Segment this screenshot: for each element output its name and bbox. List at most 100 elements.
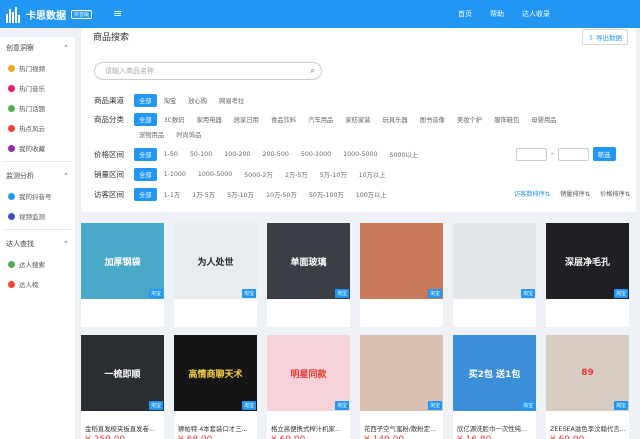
product-card[interactable]: 明星同款淘宝格立高便携式榨汁机家... ¥ 69.00	[267, 335, 350, 439]
sidebar-item[interactable]: 达人搜索	[0, 254, 75, 274]
filter-option[interactable]: 50-100	[185, 149, 217, 160]
sidebar-item[interactable]: 达人榜	[0, 274, 75, 294]
sidebar-item[interactable]: 热门视频	[0, 58, 75, 78]
search-input[interactable]: 请输入商品名称 ⌕	[94, 62, 322, 80]
filter-option[interactable]: 50万-100万	[304, 188, 349, 201]
menu-toggle-icon[interactable]: ≡	[113, 7, 122, 20]
product-card[interactable]: 单面玻璃 淘宝	[267, 223, 350, 327]
filter-option[interactable]: 1-1000	[159, 169, 191, 180]
price-max-input[interactable]	[557, 147, 589, 161]
product-card[interactable]: 淘宝	[360, 223, 443, 327]
product-card[interactable]: 加厚钢袋 淘宝	[81, 223, 164, 327]
filter-option[interactable]: 家纺家装	[340, 113, 375, 126]
filter-option[interactable]: 时尚饰品	[171, 128, 206, 141]
filter-label: 商品分类	[94, 115, 124, 124]
product-image[interactable]	[453, 223, 536, 299]
product-card[interactable]: 高情商聊天术淘宝狮帕特 4本套装口才三... ¥ 68.00	[174, 335, 257, 439]
filter-option[interactable]: 服饰鞋包	[489, 113, 524, 126]
filter-option[interactable]: 淘宝	[159, 94, 182, 107]
product-card[interactable]: 为人处世 淘宝	[174, 223, 257, 327]
filter-option[interactable]: 10万-50万	[261, 188, 302, 201]
filter-option[interactable]: 全部	[134, 148, 157, 161]
product-card[interactable]: 淘宝	[453, 223, 536, 327]
product-image[interactable]: 一梳即顺	[81, 335, 164, 411]
product-card[interactable]: 一梳即顺淘宝金稻直发梳夹板直发卷... ¥ 259.00	[81, 335, 164, 439]
filter-option[interactable]: 10万以上	[354, 168, 391, 181]
filter-option[interactable]: 宠物用品	[134, 128, 169, 141]
filter-option[interactable]: 母婴用品	[526, 113, 561, 126]
filter-option[interactable]: 200-500	[258, 149, 294, 160]
chevron-up-icon: ⌃	[63, 239, 69, 248]
product-image[interactable]: 为人处世	[174, 223, 257, 299]
filter-option[interactable]: 放心购	[183, 94, 212, 107]
filter-option[interactable]: 100-200	[219, 149, 255, 160]
sidebar-item[interactable]: 我的抖音号	[0, 186, 75, 206]
product-card[interactable]: 深层净毛孔 淘宝	[546, 223, 629, 327]
product-card[interactable]: 买2包 送1包淘宝欣亿源洗脸巾一次性纯... ¥ 16.80	[453, 335, 536, 439]
sort-visitors[interactable]: 访客数排序⇅	[514, 189, 550, 198]
filter-option[interactable]: 家用电器	[192, 113, 227, 126]
product-image[interactable]: 明星同款	[267, 335, 350, 411]
filter-option[interactable]: 1万-5万	[187, 188, 220, 201]
product-name[interactable]: 欣亿源洗脸巾一次性纯...	[457, 424, 535, 433]
filter-option[interactable]: 3C数码	[159, 113, 190, 126]
product-name[interactable]: 格立高便携式榨汁机家...	[271, 424, 349, 433]
sort-price[interactable]: 价格排序⇅	[600, 189, 630, 198]
sidebar-group[interactable]: 监测分析 ⌃	[0, 165, 75, 186]
filter-option[interactable]: 美妆个护	[452, 113, 487, 126]
filter-option[interactable]: 1-50	[159, 149, 183, 160]
filter-option[interactable]: 100万以上	[351, 188, 392, 201]
filter-option[interactable]: 1-1万	[159, 188, 186, 201]
product-image[interactable]	[360, 335, 443, 411]
product-name[interactable]: 狮帕特 4本套装口才三...	[178, 424, 256, 433]
filter-option[interactable]: 5万-10万	[315, 168, 352, 181]
filter-option[interactable]: 食品饮料	[266, 113, 301, 126]
product-image[interactable]: 买2包 送1包	[453, 335, 536, 411]
nav-collect[interactable]: 达人收录	[522, 9, 550, 19]
product-card[interactable]: 89 淘宝 ZEESEA滋色李汶翰代言... ¥ 69.90	[546, 335, 629, 439]
product-image[interactable]: 加厚钢袋	[81, 223, 164, 299]
filter-option[interactable]: 图书音像	[415, 113, 450, 126]
product-name[interactable]: ZEESEA滋色李汶翰代言...	[550, 424, 628, 433]
filter-option[interactable]: 玩具乐器	[378, 113, 413, 126]
export-button[interactable]: ⇩ 导出数据	[582, 29, 628, 45]
filter-option[interactable]: 全部	[134, 94, 157, 107]
sort-sales[interactable]: 销量排序⇅	[560, 189, 590, 198]
filter-option[interactable]: 居家日用	[229, 113, 264, 126]
filter-option[interactable]: 2万-5万	[280, 168, 313, 181]
filter-option[interactable]: 5000以上	[384, 148, 423, 161]
sidebar-item[interactable]: 我的收藏	[0, 138, 75, 158]
search-icon[interactable]: ⌕	[311, 66, 315, 76]
nav-help[interactable]: 帮助	[490, 9, 504, 19]
filter-button[interactable]: 筛选	[592, 147, 616, 161]
sidebar-item[interactable]: 热门话题	[0, 98, 75, 118]
sidebar-group[interactable]: 创意洞察 ⌃	[0, 37, 75, 58]
sidebar-item[interactable]: 热门音乐	[0, 78, 75, 98]
sidebar-item[interactable]: 热点风云	[0, 118, 75, 138]
product-image[interactable]	[360, 223, 443, 299]
filter-option[interactable]: 全部	[134, 113, 157, 126]
filter-option[interactable]: 500-1000	[296, 149, 336, 160]
sidebar-group-label: 创意洞察	[6, 43, 34, 52]
filter-option[interactable]: 1000-5000	[193, 169, 237, 180]
sidebar-group[interactable]: 达人查找 ⌃	[0, 233, 75, 254]
sidebar-item-icon	[8, 260, 15, 268]
product-name[interactable]: 金稻直发梳夹板直发卷...	[85, 424, 163, 433]
filter-option[interactable]: 汽车用品	[303, 113, 338, 126]
product-card[interactable]: 淘宝花西子空气蜜粉/散粉定... ¥ 149.00	[360, 335, 443, 439]
price-min-input[interactable]	[516, 147, 547, 161]
filter-option[interactable]: 全部	[134, 188, 157, 201]
filter-option[interactable]: 5000-2万	[239, 168, 278, 181]
logo[interactable]: 卡思数据 抖音版	[6, 5, 93, 23]
product-image[interactable]: 深层净毛孔	[546, 223, 629, 299]
filter-option[interactable]: 网易考拉	[214, 94, 249, 107]
sidebar-item[interactable]: 视频监测	[0, 206, 75, 226]
product-image[interactable]: 单面玻璃	[267, 223, 350, 299]
product-name[interactable]: 花西子空气蜜粉/散粉定...	[364, 424, 442, 433]
filter-option[interactable]: 全部	[134, 168, 157, 181]
product-image[interactable]: 89	[546, 335, 629, 411]
filter-option[interactable]: 5万-10万	[222, 188, 259, 201]
nav-home[interactable]: 首页	[458, 9, 472, 19]
product-image[interactable]: 高情商聊天术	[174, 335, 257, 411]
filter-option[interactable]: 1000-5000	[338, 149, 382, 160]
